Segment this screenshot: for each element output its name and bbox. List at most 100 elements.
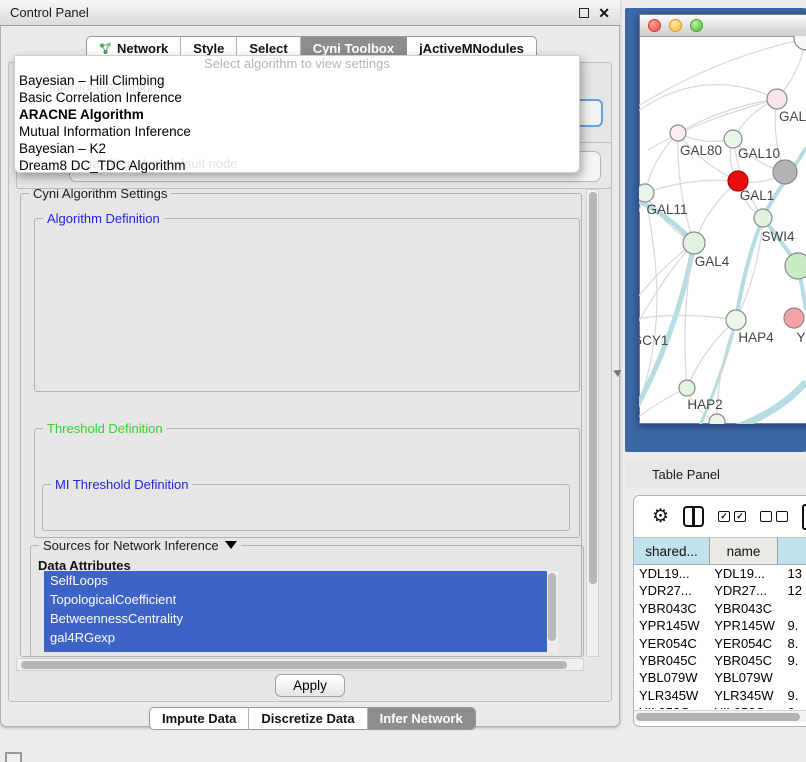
table-cell: YDL19... [712,565,782,582]
tab-impute-data[interactable]: Impute Data [150,708,249,729]
network-edge [639,193,645,321]
gear-icon[interactable]: ⚙ [652,507,669,526]
network-edge [639,315,736,321]
close-icon[interactable]: ✕ [598,8,610,18]
tab-label: Select [249,41,287,56]
network-node-hap4[interactable] [726,310,746,330]
network-window-titlebar [640,15,806,37]
export-table-icon[interactable] [802,504,806,530]
network-node[interactable] [709,414,725,424]
table-row[interactable]: YDL19...YDL19...13 [634,565,806,582]
table-cell: YBR045C [712,652,782,669]
table-cell: YLR345W [712,687,782,704]
algorithm-prompt: Select algorithm to view settings [15,56,579,72]
tab-label: Style [193,41,224,56]
attribute-list-item[interactable]: BetweennessCentrality [44,609,547,628]
network-node[interactable] [785,253,806,279]
list-scrollbar[interactable] [547,571,558,652]
table-row[interactable]: YLR345WYLR345W9. [634,687,806,704]
mi-threshold-definition-title: MI Threshold Definition [51,477,192,492]
close-traffic-light-icon[interactable] [648,19,661,32]
network-node[interactable] [794,36,806,50]
table-cell: YBR043C [634,600,712,617]
apply-button[interactable]: Apply [275,674,345,697]
table-cell [782,669,806,686]
control-panel-title: Control Panel [10,5,89,20]
table-row[interactable]: YIL052CYIL052C0 [634,704,806,709]
table-row[interactable]: YER054CYER054C8. [634,635,806,652]
table-cell [782,600,806,617]
deselect-all-columns-icon[interactable] [760,511,788,522]
table-cell: YBL079W [712,669,782,686]
table-horizontal-scrollbar[interactable] [634,710,806,722]
minimize-traffic-light-icon[interactable] [669,19,682,32]
sources-title: Sources for Network Inference [43,538,219,553]
table-cell: YBR045C [634,652,712,669]
tab-discretize-data[interactable]: Discretize Data [249,708,367,729]
table-cell: YER054C [712,635,782,652]
algorithm-option[interactable]: Dream8 DC_TDC Algorithm [15,157,579,174]
attribute-list-item[interactable]: SelfLoops [44,571,547,590]
table-cell: YER054C [634,635,712,652]
table-row[interactable]: YBL079WYBL079W [634,669,806,686]
attribute-list-item[interactable]: gal4RGexp [44,628,547,647]
network-node-swi4[interactable] [754,209,772,227]
table-panel: ⚙ ✓✓ shared...name YDL19...YDL19...13YDR… [633,495,806,727]
network-node-gal80[interactable] [670,125,686,141]
network-node[interactable] [773,160,797,184]
zoom-traffic-light-icon[interactable] [690,19,703,32]
threshold-definition-title: Threshold Definition [43,421,167,436]
network-node-label: SWI4 [761,229,794,244]
column-header[interactable]: shared... [634,538,710,564]
algorithm-option[interactable]: Basic Correlation Inference [15,89,579,106]
network-node-gal11[interactable] [639,184,654,202]
table-row[interactable]: YBR043CYBR043C [634,600,806,617]
algorithm-option[interactable]: Bayesian – Hill Climbing [15,72,579,89]
data-attributes-list[interactable]: SelfLoopsTopologicalCoefficientBetweenne… [44,571,558,652]
network-node-label: GAL1 [740,188,775,203]
network-node-hap2[interactable] [679,380,695,396]
table-row[interactable]: YBR045CYBR045C9. [634,652,806,669]
table-cell: 9. [782,652,806,669]
mi-threshold-definition-group: MI Threshold Definition [42,484,570,531]
table-cell: YLR345W [634,687,712,704]
app-root: Control Panel ✕ NetworkStyleSelectCyni T… [0,0,806,762]
tab-label: Network [117,41,168,56]
table-toolbar: ⚙ ✓✓ [634,496,806,538]
settings-vertical-scrollbar[interactable] [586,189,599,657]
network-node-gal4[interactable] [683,232,705,254]
algorithm-option[interactable]: Mutual Information Inference [15,123,579,140]
collapsed-panel-icon[interactable] [5,752,22,762]
network-node-label: GAL [779,109,806,124]
table-cell: 9. [782,687,806,704]
table-cell: 0 [782,704,806,709]
select-all-columns-icon[interactable]: ✓✓ [718,511,746,522]
float-window-icon[interactable] [579,8,589,18]
table-cell: YPR145W [712,617,782,634]
table-cell: YBL079W [634,669,712,686]
network-canvas[interactable]: GALGAL80GAL10GAL1GAL11SWI4GAL4GCY1HAP4YH… [639,36,806,424]
algorithm-option[interactable]: Bayesian – K2 [15,140,579,157]
tab-label: Discretize Data [261,711,354,726]
network-node-label: GAL4 [695,254,730,269]
settings-horizontal-scrollbar[interactable] [16,658,584,671]
tab-label: Infer Network [380,711,463,726]
table-row[interactable]: YPR145WYPR145W9. [634,617,806,634]
algorithm-dropdown-popup: Select algorithm to view settings Bayesi… [14,55,580,173]
network-node-gal[interactable] [767,89,787,109]
tab-infer-network[interactable]: Infer Network [368,708,475,729]
columns-icon[interactable] [683,506,704,527]
network-edge [645,180,738,193]
network-node-label: HAP2 [687,397,722,412]
table-row[interactable]: YDR27...YDR27...12 [634,582,806,599]
table-cell: YIL052C [712,704,782,709]
network-edge [687,320,736,388]
column-header[interactable]: name [710,538,778,564]
algorithm-option[interactable]: ARACNE Algorithm [15,106,579,123]
algorithm-definition-title: Algorithm Definition [43,211,164,226]
sources-toggle[interactable]: Sources for Network Inference [39,538,241,553]
attribute-list-item[interactable]: TopologicalCoefficient [44,590,547,609]
table-rows: YDL19...YDL19...13YDR27...YDR27...12YBR0… [634,565,806,709]
column-header[interactable] [778,538,806,564]
network-node-y[interactable] [784,308,804,328]
